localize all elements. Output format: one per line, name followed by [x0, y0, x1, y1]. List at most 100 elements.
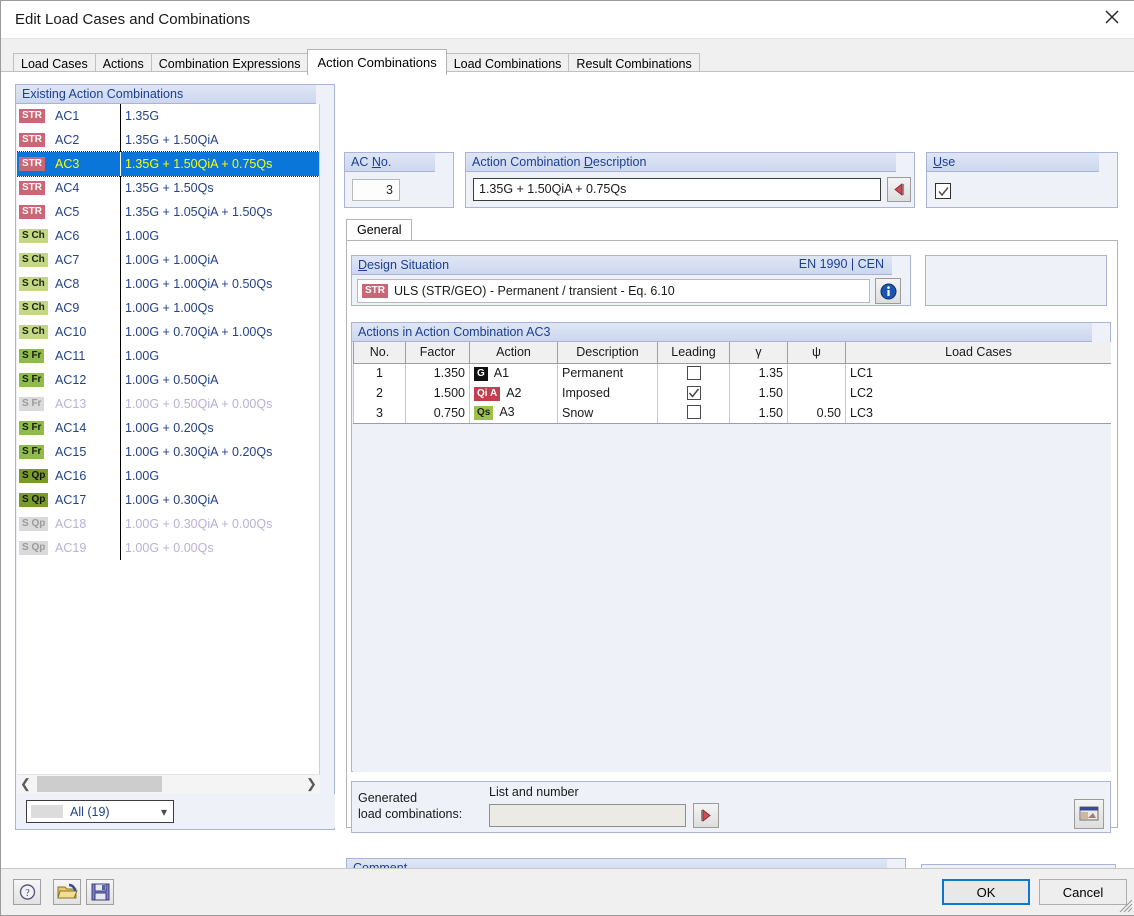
- help-icon[interactable]: ?: [13, 879, 41, 905]
- list-item[interactable]: S Ch AC8 1.00G + 1.00QiA + 0.50Qs: [17, 272, 319, 296]
- column-header[interactable]: Load Cases: [845, 342, 1111, 364]
- cell-no[interactable]: 1: [353, 363, 406, 383]
- cell-gamma[interactable]: 1.50: [729, 403, 788, 424]
- column-divider: [120, 248, 121, 272]
- chevron-down-icon[interactable]: ▾: [161, 805, 167, 819]
- list-and-number-input[interactable]: [489, 804, 686, 827]
- list-item[interactable]: STR AC4 1.35G + 1.50Qs: [17, 176, 319, 200]
- cell-action[interactable]: Qs A3: [469, 403, 558, 424]
- save-disk-icon[interactable]: [86, 879, 114, 905]
- list-item[interactable]: STR AC2 1.35G + 1.50QiA: [17, 128, 319, 152]
- column-header[interactable]: ψ: [787, 342, 846, 364]
- list-item[interactable]: S Fr AC14 1.00G + 0.20Qs: [17, 416, 319, 440]
- leading-checkbox[interactable]: [686, 385, 701, 400]
- ok-button[interactable]: OK: [942, 879, 1030, 905]
- description-input[interactable]: 1.35G + 1.50QiA + 0.75Qs: [473, 178, 881, 201]
- cell-leading[interactable]: [657, 383, 730, 403]
- list-item[interactable]: STR AC3 1.35G + 1.50QiA + 0.75Qs: [17, 151, 319, 177]
- list-item-name: AC10: [55, 325, 87, 339]
- list-item[interactable]: S Fr AC12 1.00G + 0.50QiA: [17, 368, 319, 392]
- cancel-button[interactable]: Cancel: [1039, 879, 1127, 905]
- cell-leading[interactable]: [657, 363, 730, 383]
- cell-psi[interactable]: [787, 383, 846, 403]
- list-item[interactable]: S Fr AC13 1.00G + 0.50QiA + 0.00Qs: [17, 392, 319, 416]
- table-view-icon[interactable]: [1074, 799, 1104, 829]
- design-situation-badge: STR: [19, 157, 45, 171]
- cell-psi[interactable]: 0.50: [787, 403, 846, 424]
- use-checkbox[interactable]: [935, 183, 951, 199]
- column-header[interactable]: Leading: [657, 342, 730, 364]
- design-situation-select[interactable]: STR ULS (STR/GEO) - Permanent / transien…: [357, 279, 870, 303]
- list-item-expression: 1.00G + 0.30QiA + 0.00Qs: [125, 517, 273, 531]
- design-situation-group: Design Situation EN 1990 | CEN STR ULS (…: [351, 255, 911, 306]
- open-folder-icon[interactable]: [53, 879, 81, 905]
- tab-general[interactable]: General: [346, 219, 413, 240]
- column-header[interactable]: Factor: [405, 342, 470, 364]
- cell-psi[interactable]: [787, 363, 846, 383]
- scrollbar-thumb[interactable]: [37, 776, 162, 792]
- column-header[interactable]: Action: [469, 342, 558, 364]
- info-icon[interactable]: [875, 278, 901, 304]
- ac-no-input[interactable]: 3: [352, 179, 400, 201]
- cell-no[interactable]: 3: [353, 403, 406, 424]
- cell-load-cases[interactable]: LC1: [845, 363, 1111, 383]
- leading-checkbox[interactable]: [686, 365, 701, 380]
- cell-leading[interactable]: [657, 403, 730, 424]
- red-left-arrow-icon[interactable]: [887, 177, 911, 202]
- filter-combo[interactable]: All (19) ▾: [26, 800, 174, 823]
- filter-color-swatch: [31, 805, 63, 818]
- cell-factor[interactable]: 1.350: [405, 363, 470, 383]
- column-header[interactable]: No.: [353, 342, 406, 364]
- cell-gamma[interactable]: 1.50: [729, 383, 788, 403]
- actions-table-body[interactable]: 1 1.350 G A1 Permanent 1.35 LC1 2 1.500 Qi A A2 Imp…: [353, 363, 1111, 424]
- list-item[interactable]: S Ch AC9 1.00G + 1.00Qs: [17, 296, 319, 320]
- cell-action[interactable]: G A1: [469, 363, 558, 383]
- list-item[interactable]: S Qp AC17 1.00G + 0.30QiA: [17, 488, 319, 512]
- cell-description[interactable]: Permanent: [557, 363, 658, 383]
- list-item-badge-cell: S Ch: [17, 277, 55, 291]
- table-row[interactable]: 3 0.750 Qs A3 Snow 1.50 0.50 LC3: [353, 403, 1111, 424]
- column-header[interactable]: Description: [557, 342, 658, 364]
- cell-factor[interactable]: 0.750: [405, 403, 470, 424]
- table-row[interactable]: 1 1.350 G A1 Permanent 1.35 LC1: [353, 363, 1111, 383]
- cell-load-cases[interactable]: LC2: [845, 383, 1111, 403]
- list-item-name: AC5: [55, 205, 80, 219]
- list-item[interactable]: S Fr AC11 1.00G: [17, 344, 319, 368]
- column-header[interactable]: γ: [729, 342, 788, 364]
- close-icon[interactable]: [1089, 1, 1134, 33]
- list-item-badge-cell: S Qp: [17, 541, 55, 555]
- resize-grip[interactable]: [1119, 899, 1133, 913]
- list-item-expression: 1.00G: [125, 469, 160, 483]
- design-situation-badge: S Qp: [19, 469, 49, 483]
- leading-checkbox[interactable]: [686, 405, 701, 420]
- chevron-right-icon[interactable]: ❯: [303, 775, 320, 793]
- cell-description[interactable]: Snow: [557, 403, 658, 424]
- list-item[interactable]: S Ch AC10 1.00G + 0.70QiA + 1.00Qs: [17, 320, 319, 344]
- list-item[interactable]: S Ch AC6 1.00G: [17, 224, 319, 248]
- cell-factor[interactable]: 1.500: [405, 383, 470, 403]
- cell-no[interactable]: 2: [353, 383, 406, 403]
- action-combinations-list[interactable]: STR AC1 1.35G STR AC2 1.35G + 1.50QiA STR AC3 1.…: [17, 104, 320, 780]
- cell-description[interactable]: Imposed: [557, 383, 658, 403]
- list-item[interactable]: S Qp AC18 1.00G + 0.30QiA + 0.00Qs: [17, 512, 319, 536]
- list-item[interactable]: STR AC5 1.35G + 1.05QiA + 1.50Qs: [17, 200, 319, 224]
- list-item[interactable]: STR AC1 1.35G: [17, 104, 319, 128]
- action-badge: Qs: [474, 406, 494, 421]
- red-right-arrow-icon[interactable]: [693, 803, 719, 828]
- design-situation-title: Design Situation EN 1990 | CEN: [352, 256, 892, 275]
- cell-action[interactable]: Qi A A2: [469, 383, 558, 403]
- table-row[interactable]: 2 1.500 Qi A A2 Imposed 1.50 LC2: [353, 383, 1111, 403]
- use-group: Use: [926, 152, 1118, 208]
- generated-label-line2: load combinations:: [358, 807, 463, 821]
- list-item[interactable]: S Fr AC15 1.00G + 0.30QiA + 0.20Qs: [17, 440, 319, 464]
- list-item[interactable]: S Qp AC19 1.00G + 0.00Qs: [17, 536, 319, 560]
- dialog-page: Existing Action Combinations STR AC1 1.35G…: [1, 71, 1134, 913]
- cell-load-cases[interactable]: LC3: [845, 403, 1111, 424]
- cell-gamma[interactable]: 1.35: [729, 363, 788, 383]
- list-item[interactable]: S Qp AC16 1.00G: [17, 464, 319, 488]
- list-item[interactable]: S Ch AC7 1.00G + 1.00QiA: [17, 248, 319, 272]
- chevron-left-icon[interactable]: ❮: [17, 775, 34, 793]
- list-horizontal-scrollbar[interactable]: ❮ ❯: [17, 774, 320, 793]
- list-item-name: AC19: [55, 541, 87, 555]
- tab-action-combinations[interactable]: Action Combinations: [307, 49, 447, 75]
